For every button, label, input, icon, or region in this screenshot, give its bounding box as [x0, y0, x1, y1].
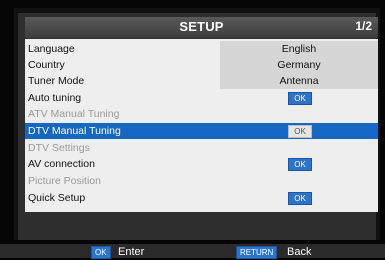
- page-indicator: 1/2: [355, 19, 372, 33]
- key-guide: OK Enter RETURN Back: [0, 244, 385, 259]
- menu-item-av-connection[interactable]: AV connection OK: [25, 156, 378, 172]
- country-value: Germany: [220, 57, 378, 73]
- av-connection-ok-button[interactable]: OK: [288, 158, 312, 171]
- menu-item-label: Auto tuning: [28, 92, 82, 104]
- return-key-icon: RETURN: [236, 246, 278, 259]
- dtv-manual-tuning-ok-button[interactable]: OK: [288, 125, 312, 138]
- setup-menu: Language English Country Germany Tuner M…: [25, 39, 378, 212]
- title-bar: SETUP 1/2: [25, 17, 378, 38]
- menu-item-atv-manual-tuning: ATV Manual Tuning: [25, 106, 378, 122]
- menu-item-label: ATV Manual Tuning: [28, 108, 120, 120]
- quick-setup-ok-button[interactable]: OK: [288, 192, 312, 205]
- menu-item-picture-position: Picture Position: [25, 173, 378, 189]
- menu-item-label: Language: [28, 43, 75, 55]
- menu-item-country[interactable]: Country Germany: [25, 57, 378, 73]
- language-value: English: [220, 41, 378, 57]
- menu-item-label: AV connection: [28, 158, 95, 170]
- menu-item-auto-tuning[interactable]: Auto tuning OK: [25, 90, 378, 106]
- menu-item-language[interactable]: Language English: [25, 41, 378, 57]
- menu-item-label: Tuner Mode: [28, 75, 85, 87]
- menu-item-quick-setup[interactable]: Quick Setup OK: [25, 190, 378, 206]
- tuner-mode-value: Antenna: [220, 73, 378, 89]
- menu-item-label: Quick Setup: [28, 192, 86, 204]
- menu-item-label: DTV Settings: [28, 142, 90, 154]
- auto-tuning-ok-button[interactable]: OK: [288, 92, 312, 105]
- menu-item-label: Picture Position: [28, 175, 101, 187]
- tv-screen: SETUP 1/2 Language English Country Germa…: [0, 0, 385, 259]
- menu-item-dtv-manual-tuning[interactable]: DTV Manual Tuning OK: [25, 123, 378, 139]
- menu-item-label: DTV Manual Tuning: [28, 125, 121, 137]
- ok-key-icon: OK: [91, 246, 111, 259]
- menu-item-tuner-mode[interactable]: Tuner Mode Antenna: [25, 73, 378, 89]
- menu-item-dtv-settings: DTV Settings: [25, 140, 378, 156]
- page-title: SETUP: [179, 19, 224, 34]
- menu-item-label: Country: [28, 59, 65, 71]
